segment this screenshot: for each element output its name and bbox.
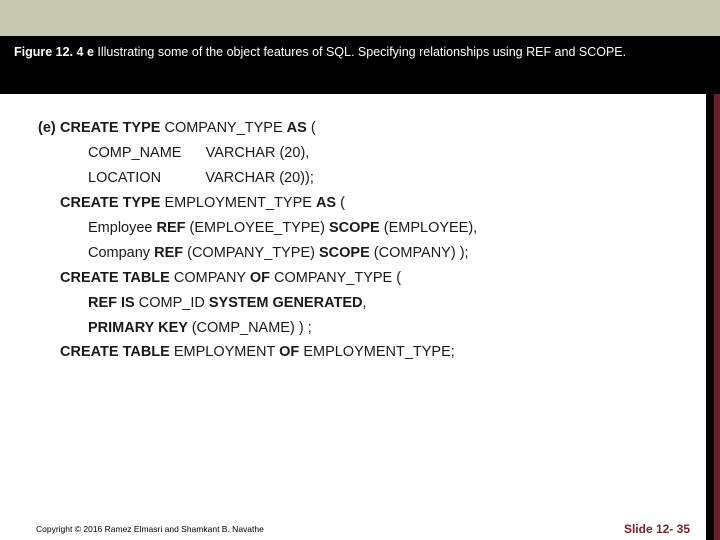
code-line-4: CREATE TYPE EMPLOYMENT_TYPE AS ( bbox=[60, 191, 680, 216]
code-line-10: CREATE TABLE EMPLOYMENT OF EMPLOYMENT_TY… bbox=[60, 340, 680, 365]
side-stripe bbox=[706, 94, 720, 540]
code-line-6: Company REF (COMPANY_TYPE) SCOPE (COMPAN… bbox=[60, 241, 680, 266]
slide-number: Slide 12- 35 bbox=[624, 522, 690, 536]
code-line-8: REF IS COMP_ID SYSTEM GENERATED, bbox=[60, 291, 680, 316]
figure-caption-text: Illustrating some of the object features… bbox=[94, 45, 626, 59]
copyright-text: Copyright © 2016 Ramez Elmasri and Shamk… bbox=[36, 524, 264, 534]
sql-code-block: (e) CREATE TYPE COMPANY_TYPE AS ( COMP_N… bbox=[0, 94, 720, 365]
footer: Copyright © 2016 Ramez Elmasri and Shamk… bbox=[0, 514, 720, 540]
side-stripe-black bbox=[706, 94, 714, 540]
figure-label: Figure 12. 4 e bbox=[14, 45, 94, 59]
code-line-5: Employee REF (EMPLOYEE_TYPE) SCOPE (EMPL… bbox=[60, 216, 680, 241]
side-stripe-maroon bbox=[714, 94, 720, 540]
code-line-7: CREATE TABLE COMPANY OF COMPANY_TYPE ( bbox=[60, 266, 680, 291]
code-line-9: PRIMARY KEY (COMP_NAME) ) ; bbox=[60, 316, 680, 341]
top-color-band bbox=[0, 0, 720, 36]
code-line-2: COMP_NAME VARCHAR (20), bbox=[60, 141, 680, 166]
content-area: (e) CREATE TYPE COMPANY_TYPE AS ( COMP_N… bbox=[0, 94, 720, 540]
example-marker: (e) bbox=[38, 116, 56, 141]
code-line-1: CREATE TYPE COMPANY_TYPE AS ( bbox=[60, 116, 680, 141]
code-line-3: LOCATION VARCHAR (20)); bbox=[60, 166, 680, 191]
figure-caption: Figure 12. 4 e Illustrating some of the … bbox=[0, 36, 720, 94]
